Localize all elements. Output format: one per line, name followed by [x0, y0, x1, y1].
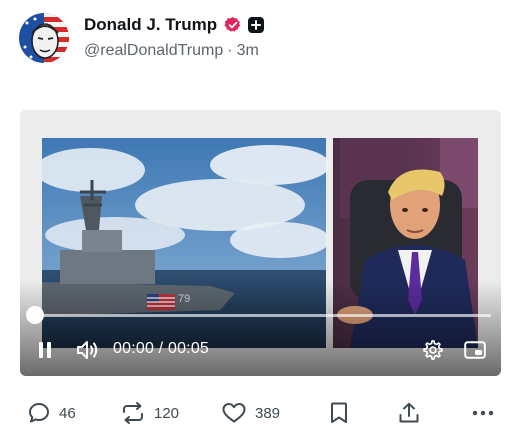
picture-in-picture-icon [464, 341, 486, 359]
avatar[interactable] [19, 13, 69, 63]
settings-icon [423, 340, 443, 360]
video-player[interactable]: 79 00:00 / 00:05 [20, 110, 501, 376]
like-icon [222, 403, 246, 423]
reply-count: 46 [59, 404, 76, 422]
volume-icon [77, 341, 98, 359]
separator: · [227, 42, 233, 59]
share-button[interactable] [397, 396, 421, 430]
author-name[interactable]: Donald J. Trump [84, 15, 217, 35]
like-button[interactable]: 389 [221, 396, 280, 430]
share-icon [399, 402, 419, 423]
repost-count: 120 [154, 404, 180, 422]
handle[interactable]: @realDonaldTrump [84, 42, 223, 59]
reply-button[interactable]: 46 [27, 396, 76, 430]
verified-icon [224, 16, 242, 34]
reply-icon [29, 403, 49, 423]
repost-icon [123, 402, 143, 424]
author-row: Donald J. Trump [84, 14, 265, 36]
volume-button[interactable] [75, 337, 101, 363]
like-count: 389 [255, 404, 281, 422]
repost-button[interactable]: 120 [120, 396, 179, 430]
bookmark-icon [331, 402, 347, 423]
settings-button[interactable] [420, 337, 446, 363]
bookmark-button[interactable] [328, 396, 350, 430]
plus-icon[interactable] [248, 17, 265, 33]
avatar-image [19, 13, 69, 63]
pause-icon [39, 342, 51, 358]
action-bar: 46 120 389 [0, 396, 520, 430]
picture-in-picture-button[interactable] [462, 338, 488, 362]
more-button[interactable] [470, 396, 496, 430]
timestamp[interactable]: 3m [237, 42, 259, 59]
video-time: 00:00 / 00:05 [113, 340, 210, 357]
pause-button[interactable] [34, 339, 56, 361]
handle-row: @realDonaldTrump · 3m [84, 42, 259, 60]
progress-track[interactable] [35, 314, 491, 317]
progress-handle[interactable] [26, 306, 44, 324]
more-icon [472, 410, 494, 416]
